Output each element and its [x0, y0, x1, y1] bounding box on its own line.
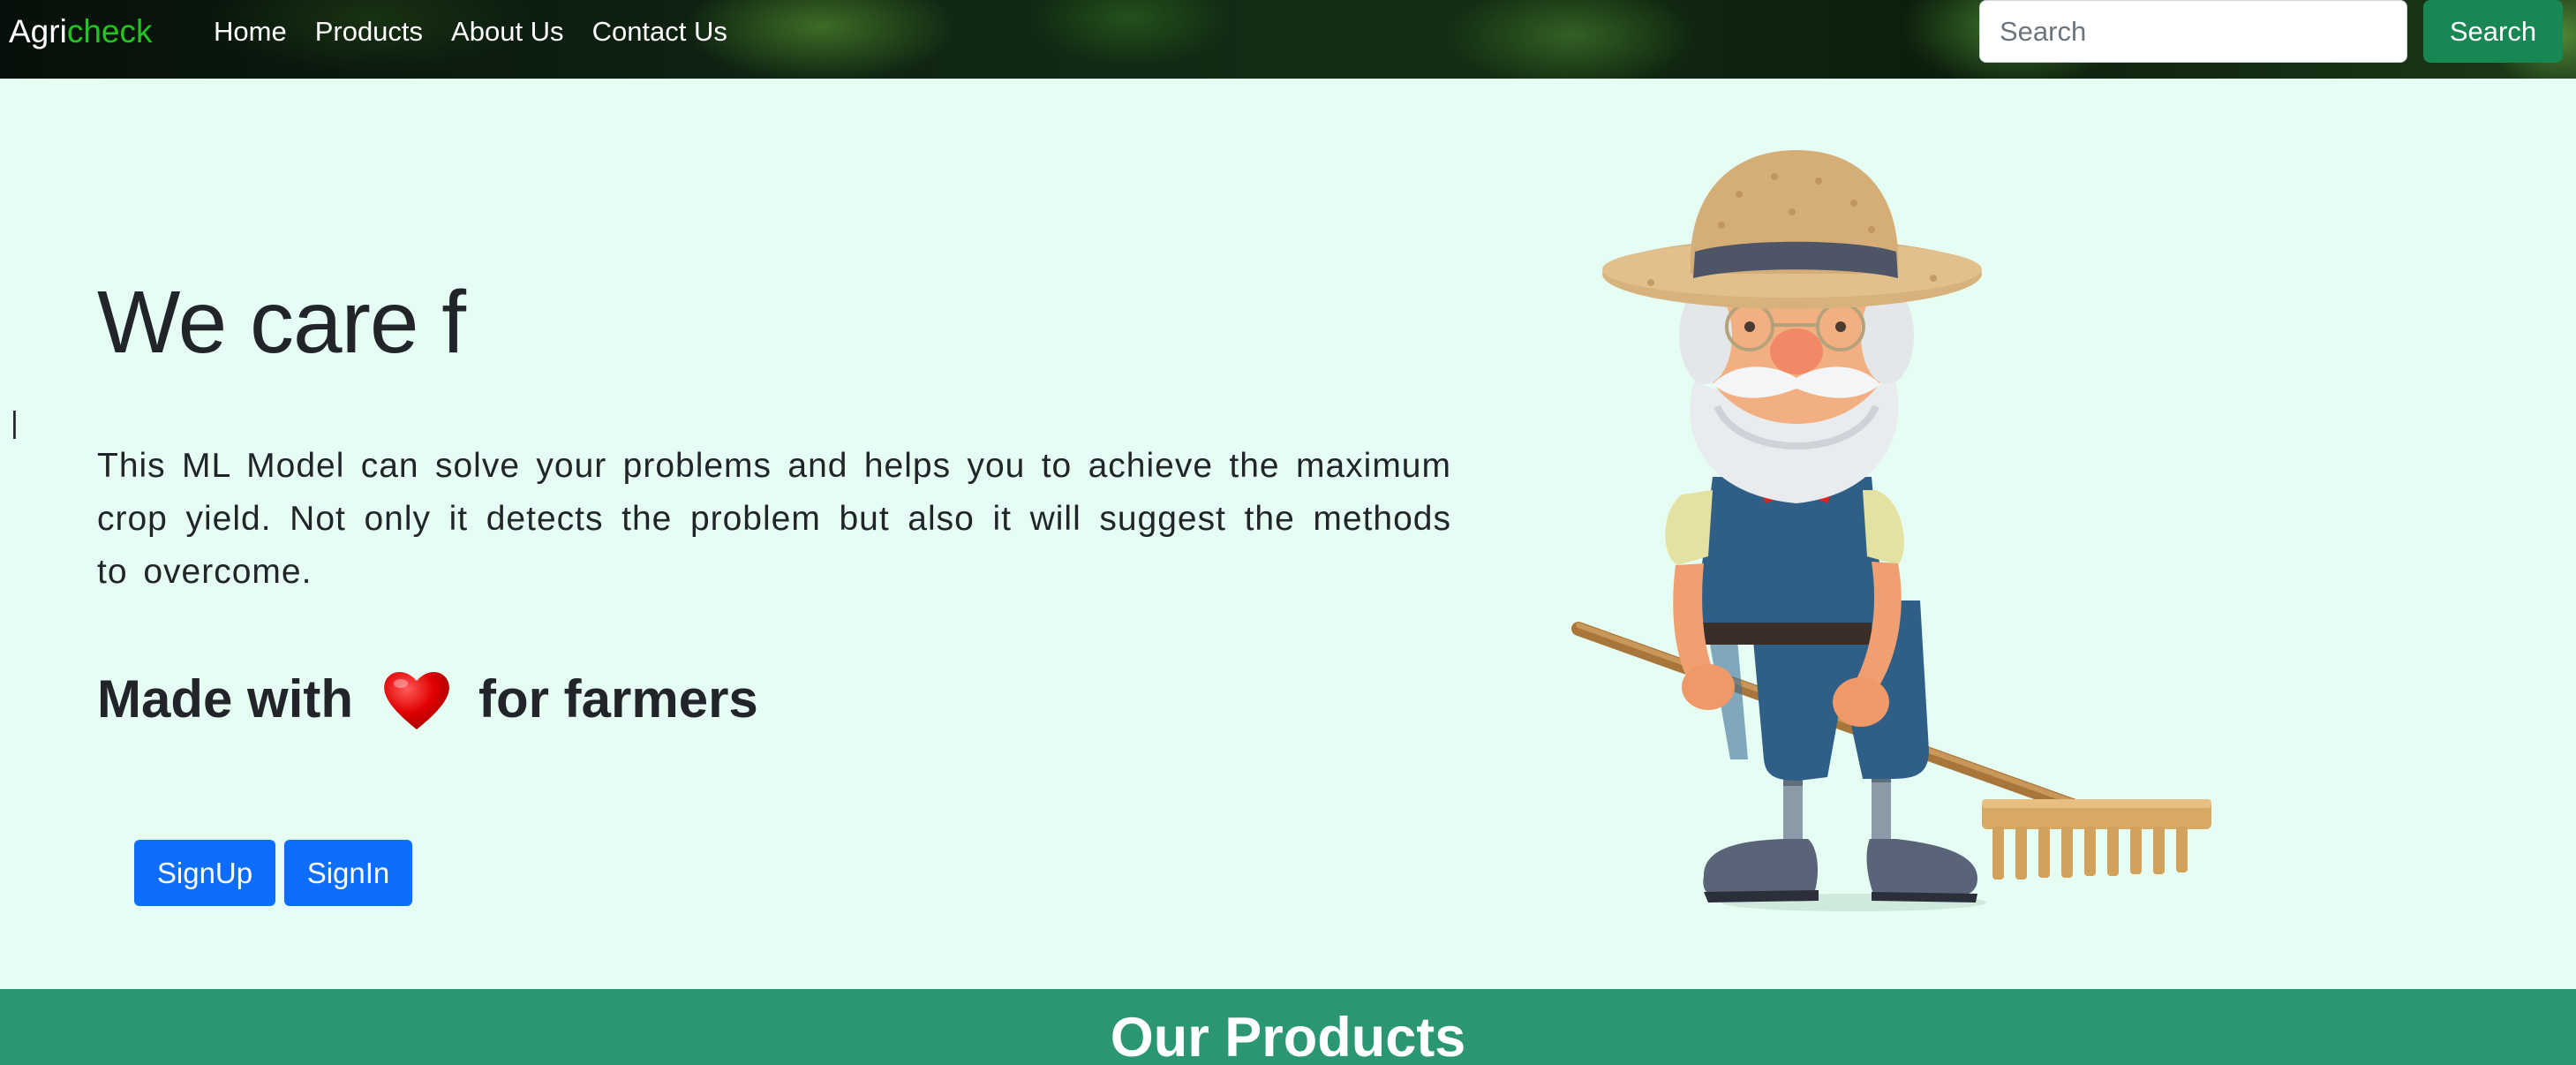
nav-links: Home Products About Us Contact Us: [214, 12, 756, 51]
heart-icon: [384, 671, 449, 729]
search-input[interactable]: [1979, 0, 2407, 63]
nav-link-contact-us[interactable]: Contact Us: [592, 12, 727, 51]
products-section: Our Products: [0, 989, 2576, 1065]
products-title: Our Products: [1110, 1007, 1466, 1065]
brand-text-check: check: [66, 13, 153, 49]
signin-button[interactable]: SignIn: [284, 840, 412, 906]
brand-text-agri: Agri: [9, 13, 67, 49]
signup-button[interactable]: SignUp: [134, 840, 275, 906]
hero-description: This ML Model can solve your problems an…: [97, 447, 1451, 591]
brand-logo[interactable]: Agricheck: [9, 12, 152, 51]
tagline-prefix: Made with: [97, 669, 354, 729]
search-button[interactable]: Search: [2423, 0, 2563, 63]
nav-link-about-us[interactable]: About Us: [451, 12, 564, 51]
nav-link-home[interactable]: Home: [214, 12, 287, 51]
hero-title: We care f: [97, 273, 466, 372]
tagline: Made with for farmers: [97, 664, 758, 735]
navbar: Agricheck Home Products About Us Contact…: [0, 0, 2576, 79]
tagline-suffix: for farmers: [478, 669, 758, 729]
farmer-with-rake-illustration: [1571, 150, 2211, 911]
nav-link-products[interactable]: Products: [315, 12, 423, 51]
text-caret: |: [11, 406, 19, 440]
